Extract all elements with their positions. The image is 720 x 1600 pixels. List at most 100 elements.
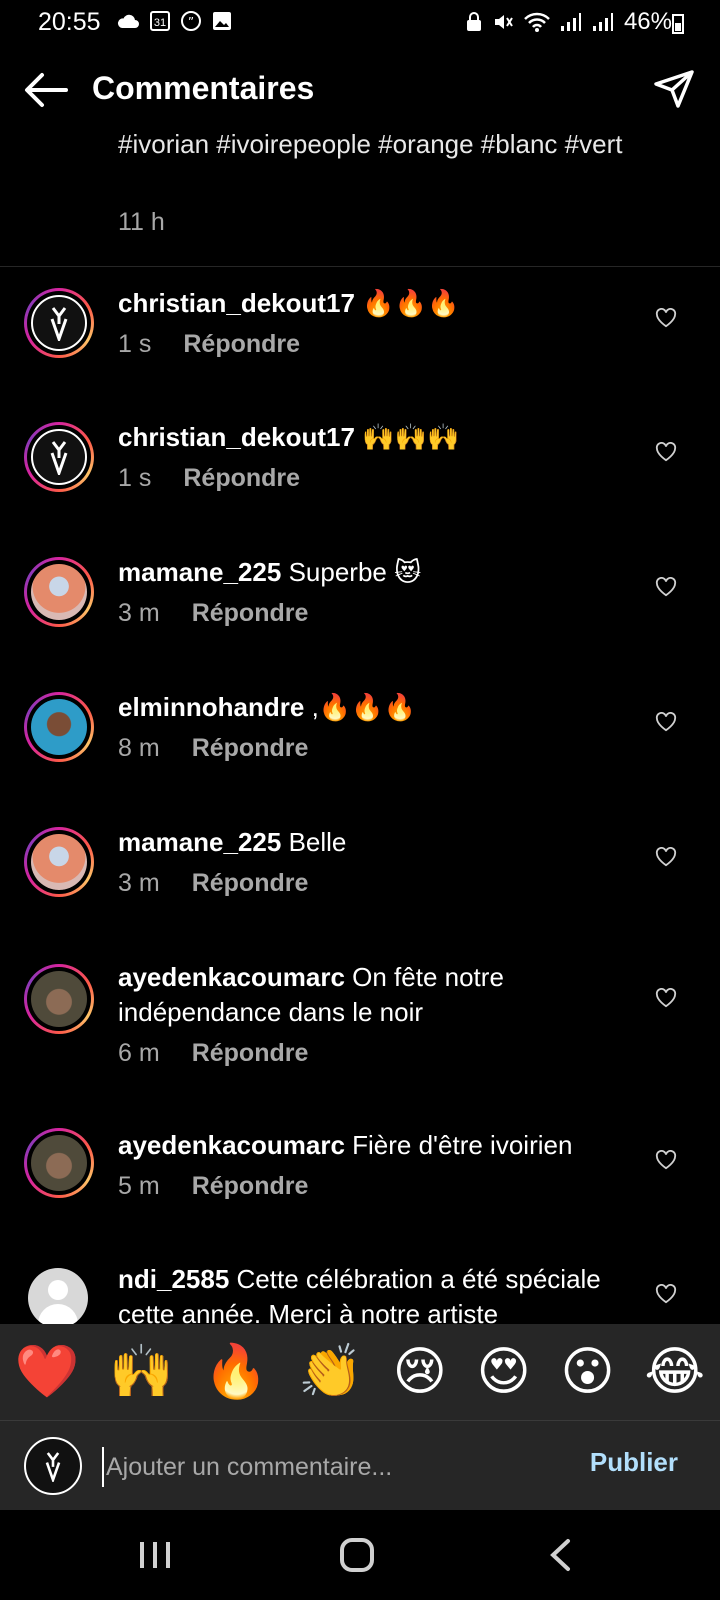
comment-text: elminnohandre ,🔥🔥🔥	[118, 690, 638, 725]
heart-icon[interactable]	[655, 988, 677, 1008]
home-icon[interactable]	[340, 1538, 374, 1572]
comment-text: mamane_225 Superbe 😻	[118, 555, 638, 590]
comment-username[interactable]: elminnohandre	[118, 692, 304, 722]
calendar-icon: 31	[150, 11, 170, 31]
avatar-photo	[31, 564, 87, 620]
heart-icon[interactable]	[655, 847, 677, 867]
back-arrow-icon[interactable]	[22, 70, 68, 110]
publish-button[interactable]: Publier	[590, 1447, 678, 1478]
emoji-fire[interactable]: 🔥	[204, 1342, 269, 1402]
comment-text: ayedenkacoumarc On fête notre indépendan…	[118, 960, 638, 1030]
divider	[0, 266, 720, 267]
comment-time: 5 m	[118, 1172, 160, 1200]
comment-username[interactable]: ndi_2585	[118, 1264, 229, 1294]
avatar-photo	[31, 834, 87, 890]
comment-time: 3 m	[118, 869, 160, 897]
wifi-icon	[524, 12, 550, 32]
avatar[interactable]	[24, 964, 94, 1034]
heart-icon[interactable]	[655, 308, 677, 328]
user-avatar-logo-icon	[24, 1437, 82, 1495]
avatar-photo	[31, 1135, 87, 1191]
status-bar: 20:55 31 ” 46%	[0, 0, 720, 46]
comment-body: 🙌🙌🙌	[362, 422, 460, 452]
signal-icon-2	[592, 13, 613, 31]
lock-icon	[466, 12, 481, 31]
comment-body: 🔥🔥🔥	[362, 288, 460, 318]
battery-icon	[672, 14, 684, 34]
back-icon[interactable]	[548, 1538, 572, 1572]
comment-body: Superbe 😻	[288, 557, 422, 587]
comment-body: Belle	[288, 827, 347, 857]
avatar-logo-icon	[31, 295, 87, 351]
comment-text: ndi_2585 Cette célébration a été spécial…	[118, 1262, 638, 1324]
notification-icons: 31 ”	[116, 10, 232, 32]
signal-icon	[560, 13, 581, 31]
emoji-heart[interactable]: ❤️	[15, 1342, 80, 1402]
heart-icon[interactable]	[655, 577, 677, 597]
comment-meta: 1 s Répondre	[118, 464, 300, 493]
status-time: 20:55	[38, 8, 101, 36]
comment-time: 8 m	[118, 734, 160, 762]
reply-button[interactable]: Répondre	[192, 734, 309, 763]
comment-text: christian_dekout17 🔥🔥🔥	[118, 286, 638, 321]
reply-button[interactable]: Répondre	[192, 599, 309, 628]
avatar[interactable]	[24, 1128, 94, 1198]
emoji-surprised[interactable]: 😮	[560, 1342, 614, 1402]
emoji-raised-hands[interactable]: 🙌	[109, 1342, 174, 1402]
avatar-placeholder-icon[interactable]	[28, 1268, 88, 1324]
emoji-heart-eyes[interactable]: 😍	[477, 1342, 531, 1402]
svg-text:”: ”	[188, 15, 194, 29]
heart-icon[interactable]	[655, 712, 677, 732]
avatar[interactable]	[24, 422, 94, 492]
comment-meta: 3 m Répondre	[118, 599, 308, 628]
heart-icon[interactable]	[655, 1150, 677, 1170]
heart-icon[interactable]	[655, 1284, 677, 1304]
comment-username[interactable]: christian_dekout17	[118, 288, 355, 318]
heart-icon[interactable]	[655, 442, 677, 462]
avatar-photo	[31, 971, 87, 1027]
comment-text: ayedenkacoumarc Fière d'être ivoirien	[118, 1128, 638, 1163]
avatar[interactable]	[24, 692, 94, 762]
emoji-clap[interactable]: 👏	[298, 1342, 363, 1402]
post-caption: #ivorian #ivoirepeople #orange #blanc #v…	[118, 129, 623, 159]
comment-input-bar: Publier	[0, 1420, 720, 1511]
comment-username[interactable]: christian_dekout17	[118, 422, 355, 452]
battery-percent: 46%	[623, 8, 672, 35]
comment-meta: 1 s Répondre	[118, 330, 300, 359]
reply-button[interactable]: Répondre	[192, 869, 309, 898]
mute-icon	[494, 15, 513, 29]
avatar-photo	[31, 699, 87, 755]
header: Commentaires	[0, 58, 720, 122]
reply-button[interactable]: Répondre	[192, 1039, 309, 1068]
caption-time: 11 h	[118, 208, 165, 236]
avatar[interactable]	[24, 827, 94, 897]
comment-meta: 3 m Répondre	[118, 869, 308, 898]
avatar-logo-icon	[31, 429, 87, 485]
recent-apps-icon[interactable]	[138, 1540, 172, 1570]
cloud-icon	[117, 14, 139, 28]
system-nav-bar	[0, 1510, 720, 1600]
comment-username[interactable]: ayedenkacoumarc	[118, 1130, 345, 1160]
comment-username[interactable]: mamane_225	[118, 557, 281, 587]
comment-text: mamane_225 Belle	[118, 825, 638, 860]
page-title: Commentaires	[92, 70, 315, 106]
comment-meta: 5 m Répondre	[118, 1172, 308, 1201]
quick-emoji-bar: ❤️ 🙌 🔥 👏 😢 😍 😮 😂	[0, 1324, 720, 1420]
comment-body: Fière d'être ivoirien	[352, 1130, 573, 1160]
avatar[interactable]	[24, 288, 94, 358]
reply-button[interactable]: Répondre	[183, 464, 300, 493]
comment-username[interactable]: mamane_225	[118, 827, 281, 857]
comment-meta: 8 m Répondre	[118, 734, 308, 763]
reply-button[interactable]: Répondre	[183, 330, 300, 359]
reply-button[interactable]: Répondre	[192, 1172, 309, 1201]
system-icons: 46%	[466, 8, 672, 36]
avatar[interactable]	[24, 557, 94, 627]
comment-username[interactable]: ayedenkacoumarc	[118, 962, 345, 992]
emoji-laughing[interactable]: 😂	[644, 1342, 705, 1402]
comment-input[interactable]	[102, 1447, 546, 1487]
comment-time: 1 s	[118, 464, 152, 492]
quote-icon: ”	[181, 11, 201, 31]
emoji-crying[interactable]: 😢	[393, 1342, 447, 1402]
send-icon[interactable]	[652, 68, 696, 112]
comment-meta: 6 m Répondre	[118, 1039, 308, 1068]
